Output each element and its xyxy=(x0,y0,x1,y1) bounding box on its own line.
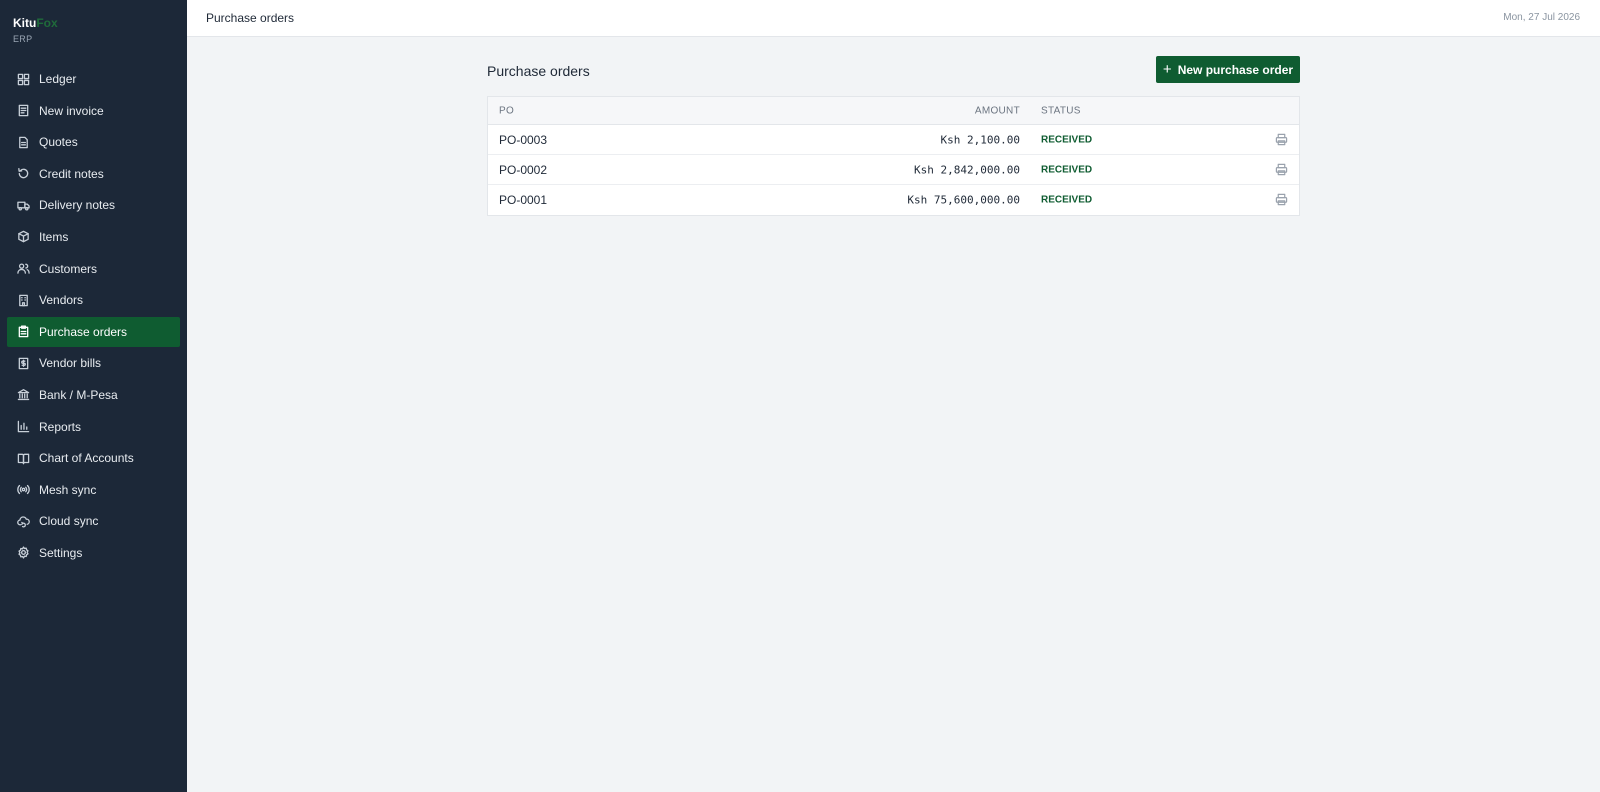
sidebar-item-ledger[interactable]: Ledger xyxy=(7,64,180,94)
po-amount: Ksh 2,100.00 xyxy=(940,133,1020,146)
po-number[interactable]: PO-0002 xyxy=(499,163,547,177)
sidebar-item-vendors[interactable]: Vendors xyxy=(7,285,180,315)
undo-icon xyxy=(16,167,30,181)
sidebar-item-label: New invoice xyxy=(39,103,104,118)
brand-name-primary: Kitu xyxy=(13,16,37,30)
status-badge: RECEIVED xyxy=(1041,194,1093,206)
table-row[interactable]: PO-0003 Ksh 2,100.00 RECEIVED xyxy=(488,125,1299,155)
sidebar-item-purchase-orders[interactable]: Purchase orders xyxy=(7,316,180,347)
sidebar-item-bank-mpesa[interactable]: Bank / M-Pesa xyxy=(7,380,180,410)
sidebar-item-label: Credit notes xyxy=(39,166,104,181)
cloud-sync-icon xyxy=(16,514,30,528)
sidebar-item-credit-notes[interactable]: Credit notes xyxy=(7,159,180,189)
sidebar-item-label: Vendor bills xyxy=(39,356,102,371)
breadcrumb: Purchase orders xyxy=(206,11,295,25)
users-icon xyxy=(16,262,30,276)
sidebar-item-vendor-bills[interactable]: Vendor bills xyxy=(7,348,180,378)
purchase-orders-table: PO AMOUNT STATUS PO-0003 Ksh 2,100.00 RE… xyxy=(487,96,1300,216)
sidebar-item-cloud-sync[interactable]: Cloud sync xyxy=(7,506,180,536)
po-amount: Ksh 75,600,000.00 xyxy=(907,193,1020,207)
box-icon xyxy=(16,230,30,244)
bank-icon xyxy=(16,388,30,402)
sidebar-item-label: Vendors xyxy=(39,293,84,308)
sidebar-item-customers[interactable]: Customers xyxy=(7,254,180,284)
column-header-status[interactable]: STATUS xyxy=(1041,105,1081,116)
current-date: Mon, 27 Jul 2026 xyxy=(1503,12,1580,23)
printer-icon[interactable] xyxy=(1275,133,1289,147)
building-icon xyxy=(16,293,30,307)
table-row[interactable]: PO-0001 Ksh 75,600,000.00 RECEIVED xyxy=(488,185,1299,215)
sidebar-item-label: Items xyxy=(39,229,69,244)
po-amount: Ksh 2,842,000.00 xyxy=(914,163,1020,176)
sidebar-item-reports[interactable]: Reports xyxy=(7,412,180,442)
sidebar-item-mesh-sync[interactable]: Mesh sync xyxy=(7,475,180,505)
document-icon xyxy=(16,135,30,149)
sidebar-item-label: Bank / M-Pesa xyxy=(39,387,118,402)
printer-icon[interactable] xyxy=(1275,163,1289,177)
printer-icon[interactable] xyxy=(1275,193,1289,207)
sidebar: KituFox ERP Ledger New invoice Quotes Cr… xyxy=(0,0,187,792)
sidebar-item-label: Customers xyxy=(39,261,98,276)
plus-icon: + xyxy=(1162,61,1172,78)
po-number[interactable]: PO-0001 xyxy=(499,193,547,207)
truck-icon xyxy=(16,198,30,212)
po-number[interactable]: PO-0003 xyxy=(499,133,547,147)
sidebar-item-label: Ledger xyxy=(39,72,77,86)
top-bar: Purchase orders Mon, 27 Jul 2026 xyxy=(187,0,1600,37)
bill-icon xyxy=(16,356,30,370)
sidebar-item-settings[interactable]: Settings xyxy=(7,538,180,568)
brand-subtitle: ERP xyxy=(13,34,33,44)
column-header-po[interactable]: PO xyxy=(499,105,514,116)
column-header-amount[interactable]: AMOUNT xyxy=(975,105,1020,116)
brand-name: KituFox xyxy=(13,16,58,31)
invoice-icon xyxy=(16,104,30,118)
sidebar-item-quotes[interactable]: Quotes xyxy=(7,127,180,157)
sidebar-item-label: Purchase orders xyxy=(39,324,128,339)
sidebar-item-label: Reports xyxy=(39,419,82,434)
sidebar-item-label: Chart of Accounts xyxy=(39,451,134,466)
status-badge: RECEIVED xyxy=(1041,164,1093,175)
new-purchase-order-label: New purchase order xyxy=(1177,62,1294,77)
sidebar-item-label: Mesh sync xyxy=(39,482,97,497)
status-badge: RECEIVED xyxy=(1041,134,1093,145)
brand-name-accent: Fox xyxy=(36,16,58,30)
page-title: Purchase orders xyxy=(487,63,590,79)
sidebar-item-label: Quotes xyxy=(39,135,78,150)
sidebar-item-label: Settings xyxy=(39,545,83,560)
sidebar-item-label: Cloud sync xyxy=(39,514,99,529)
brand-logo[interactable]: KituFox ERP xyxy=(13,16,58,44)
table-row[interactable]: PO-0002 Ksh 2,842,000.00 RECEIVED xyxy=(488,155,1299,185)
new-purchase-order-button[interactable]: + New purchase order xyxy=(1156,56,1300,83)
sidebar-item-new-invoice[interactable]: New invoice xyxy=(7,96,180,126)
bar-chart-icon xyxy=(16,420,30,434)
sidebar-item-items[interactable]: Items xyxy=(7,222,180,252)
gear-icon xyxy=(16,546,30,560)
book-icon xyxy=(16,451,30,465)
grid-icon xyxy=(16,72,30,86)
sidebar-item-chart-of-accounts[interactable]: Chart of Accounts xyxy=(7,443,180,473)
table-header: PO AMOUNT STATUS xyxy=(488,97,1299,125)
radio-icon xyxy=(16,483,30,497)
sidebar-item-label: Delivery notes xyxy=(39,198,116,213)
sidebar-item-delivery-notes[interactable]: Delivery notes xyxy=(7,190,180,220)
clipboard-icon xyxy=(16,325,30,339)
sidebar-nav: Ledger New invoice Quotes Credit notes D… xyxy=(7,64,180,570)
